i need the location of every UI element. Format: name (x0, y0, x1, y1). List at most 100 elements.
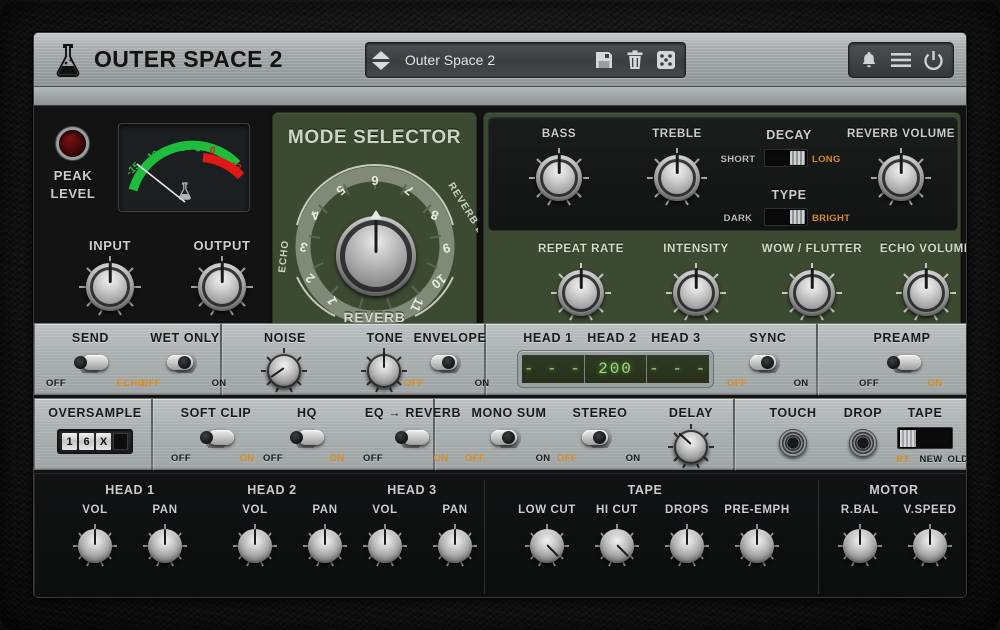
knob-pointer (384, 529, 386, 545)
chevron-down-icon[interactable] (372, 62, 390, 70)
decay-switch[interactable] (764, 149, 808, 167)
row2-divider-1 (151, 399, 153, 471)
preamp-off-label: OFF (853, 378, 885, 389)
head3-lcd-value[interactable]: - - - (647, 355, 709, 383)
mono-sum-switch[interactable] (491, 427, 527, 449)
tape-old-label[interactable]: OLD (943, 454, 967, 465)
vu-meter: -15 10 7 5 3 0 +3 (118, 123, 250, 212)
bell-icon[interactable] (855, 46, 883, 74)
oversample-label: OVERSAMPLE (41, 406, 149, 420)
type-dark-label: DARK (716, 213, 760, 224)
hq-off-label: OFF (257, 453, 289, 464)
mode-selector-knob[interactable] (336, 216, 416, 296)
soft-clip-switch[interactable] (198, 427, 234, 449)
bottom-knob-vol-0[interactable] (73, 524, 117, 568)
knob-pointer (324, 529, 326, 545)
trash-icon[interactable] (623, 48, 647, 72)
stereo-switch[interactable] (582, 427, 618, 449)
tape-type-switch[interactable] (897, 427, 953, 449)
bottom-head1-group-label: HEAD 1 (65, 483, 195, 497)
head1-lcd-value[interactable]: - - - (522, 355, 585, 383)
preamp-label: PREAMP (847, 331, 957, 345)
type-switch[interactable] (764, 208, 808, 226)
oversample-toggle-button[interactable] (113, 433, 128, 450)
output-knob-label: OUTPUT (174, 238, 270, 253)
tape-rt-label[interactable]: RT (891, 454, 915, 465)
head2-lcd-value[interactable]: 200 (585, 355, 648, 383)
bottom-knob-drops-8[interactable] (665, 524, 709, 568)
svg-text:3: 3 (195, 143, 202, 155)
reverb-volume-label: REVERB VOLUME (842, 128, 960, 140)
mono-sum-switch-cap (502, 431, 515, 444)
envelope-switch-cap (442, 356, 455, 369)
stereo-on-label: ON (617, 453, 649, 464)
svg-text:6: 6 (371, 173, 378, 188)
bottom-knob-label-pre-emph-9: PRE-EMPH (709, 504, 805, 516)
delay-label: DELAY (643, 406, 739, 420)
reverb-volume-knob[interactable] (871, 148, 931, 208)
power-icon[interactable] (919, 46, 947, 74)
preamp-switch[interactable] (885, 352, 921, 374)
decay-short-label: SHORT (716, 154, 760, 165)
output-knob[interactable] (191, 256, 253, 318)
wow-flutter-knob[interactable] (782, 263, 842, 323)
type-switch-thumb (790, 210, 805, 224)
bass-knob[interactable] (529, 148, 589, 208)
bottom-knob-pan-3[interactable] (303, 524, 347, 568)
eq-reverb-switch[interactable] (393, 427, 429, 449)
preset-bar[interactable]: Outer Space 2 (365, 42, 686, 78)
bottom-knob-hi-cut-7[interactable] (595, 524, 639, 568)
preset-stepper[interactable] (372, 51, 398, 70)
wet-only-switch[interactable] (167, 352, 203, 374)
envelope-switch[interactable] (431, 352, 467, 374)
oversample-digit-1: 1 (62, 433, 77, 450)
stereo-label: STEREO (550, 406, 650, 420)
bottom-knob-pan-1[interactable] (143, 524, 187, 568)
repeat-rate-knob[interactable] (551, 263, 611, 323)
input-knob[interactable] (79, 256, 141, 318)
intensity-knob[interactable] (666, 263, 726, 323)
plugin-chassis: OUTER SPACE 2 Outer Space 2 (33, 32, 967, 598)
send-switch[interactable] (72, 352, 108, 374)
noise-knob[interactable] (261, 348, 307, 394)
bottom-knob-label-pan-1: PAN (117, 504, 213, 516)
bottom-knob-pre-emph-9[interactable] (735, 524, 779, 568)
bottom-knob-low-cut-6[interactable] (525, 524, 569, 568)
delay-knob[interactable] (668, 424, 714, 470)
sync-switch-cap (761, 356, 774, 369)
echo-volume-knob[interactable] (896, 263, 956, 323)
envelope-off-label: OFF (398, 378, 430, 389)
dice-icon[interactable] (654, 48, 678, 72)
hq-on-label: ON (321, 453, 353, 464)
drop-button[interactable] (849, 429, 877, 457)
knob-pointer (94, 529, 96, 545)
floppy-save-icon[interactable] (592, 48, 616, 72)
touch-button[interactable] (779, 429, 807, 457)
bottom-knob-vol-2[interactable] (233, 524, 277, 568)
bottom-knob-r-bal-10[interactable] (838, 524, 882, 568)
heads-lcd-display[interactable]: - - - 200 - - - (517, 350, 714, 388)
bottom-knob-label-v-speed-11: V.SPEED (882, 504, 967, 516)
echo-volume-label: ECHO VOLUME (867, 243, 967, 255)
brand-logo-group: OUTER SPACE 2 (44, 43, 283, 77)
sync-switch[interactable] (750, 352, 786, 374)
envelope-label: ENVELOPE (390, 331, 510, 345)
svg-text:ECHO: ECHO (277, 239, 291, 273)
treble-knob[interactable] (647, 148, 707, 208)
head3-display-label: HEAD 3 (636, 331, 716, 345)
hamburger-menu-icon[interactable] (887, 46, 915, 74)
eq-reverb-on-label: ON (425, 453, 457, 464)
bottom-knob-v-speed-11[interactable] (908, 524, 952, 568)
intensity-label: INTENSITY (637, 243, 755, 255)
knob-pointer (454, 529, 456, 545)
knob-pointer (254, 529, 256, 545)
knob-pointer (164, 529, 166, 545)
chevron-up-icon[interactable] (372, 51, 390, 59)
preset-name[interactable]: Outer Space 2 (398, 52, 592, 68)
bottom-knob-pan-5[interactable] (433, 524, 477, 568)
hq-switch[interactable] (288, 427, 324, 449)
wet-only-off-label: OFF (135, 378, 167, 389)
oversample-display[interactable]: 1 6 X (57, 429, 133, 454)
tape-switch-label: TAPE (885, 406, 965, 420)
bottom-knob-vol-4[interactable] (363, 524, 407, 568)
